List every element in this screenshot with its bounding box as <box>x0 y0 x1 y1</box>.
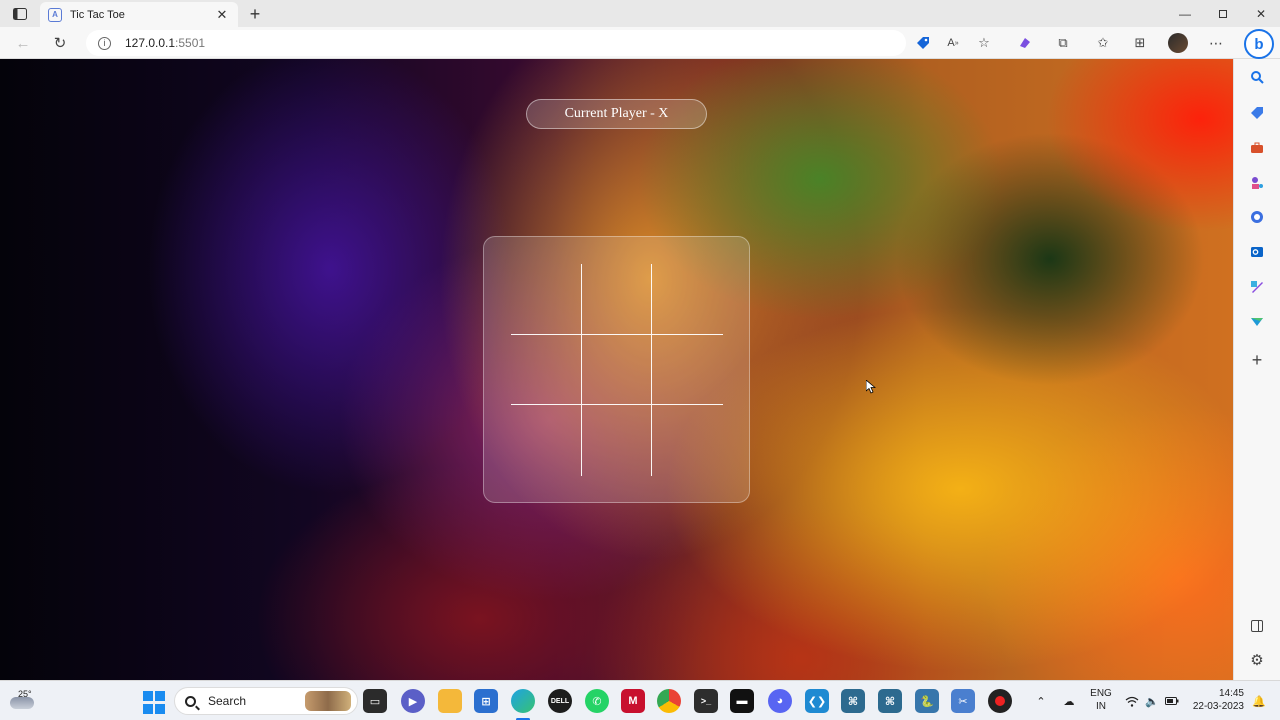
url-port: :5501 <box>175 36 206 50</box>
sidebar-shopping-icon[interactable] <box>1247 103 1267 123</box>
windows-taskbar: 25° Search ▭ ▶ ⊞ DELL ✆ M >_ ▬ ◕ ❮❯ ⌘ ⌘ … <box>0 680 1280 720</box>
board-cell-7[interactable] <box>511 405 582 476</box>
sidebar-hide-icon[interactable] <box>1247 616 1267 636</box>
volume-icon[interactable]: 🔈 <box>1141 689 1163 713</box>
vscode-icon[interactable]: ❮❯ <box>805 689 829 713</box>
clock-time: 14:45 <box>1218 688 1244 699</box>
game-board-card <box>483 236 750 503</box>
browser-titlebar: A Tic Tac Toe ✕ + — ✕ <box>0 0 1280 27</box>
new-tab-icon[interactable]: + <box>244 3 266 25</box>
url-host: 127.0.0.1 <box>125 36 176 50</box>
task-view-icon[interactable]: ▭ <box>363 689 387 713</box>
snipping-tool-icon[interactable]: ✂ <box>951 689 975 713</box>
edge-browser-icon[interactable] <box>511 689 535 713</box>
sidebar-designer-icon[interactable] <box>1247 277 1267 297</box>
page-viewport: Current Player - X <box>0 59 1233 680</box>
copilot-icon[interactable] <box>1015 33 1035 53</box>
game-board <box>511 264 723 476</box>
mcafee-icon[interactable]: M <box>621 689 645 713</box>
browser-tab[interactable]: A Tic Tac Toe ✕ <box>40 2 238 27</box>
more-menu-icon[interactable]: ⋯ <box>1206 33 1226 53</box>
onedrive-cloud-icon[interactable]: ☁ <box>1058 689 1080 713</box>
discord-icon[interactable]: ◕ <box>768 689 792 713</box>
sidebar-add-icon[interactable]: + <box>1247 350 1267 370</box>
tab-title: Tic Tac Toe <box>70 8 125 21</box>
weather-cloud-icon <box>10 697 34 709</box>
board-cell-1[interactable] <box>511 264 582 335</box>
bing-chat-icon[interactable]: b <box>1244 29 1274 59</box>
language-code: ENG <box>1090 688 1112 699</box>
black-app-icon[interactable]: ▬ <box>730 689 754 713</box>
language-region: IN <box>1096 701 1106 712</box>
show-hidden-icons-icon[interactable]: ⌃ <box>1030 689 1052 713</box>
collections-icon[interactable]: ⊞ <box>1130 33 1150 53</box>
battery-icon[interactable] <box>1161 689 1183 713</box>
address-bar[interactable]: i 127.0.0.1:5501 <box>86 30 906 56</box>
teams-chat-icon[interactable]: ▶ <box>401 689 425 713</box>
board-cell-8[interactable] <box>582 405 653 476</box>
board-cell-5[interactable] <box>581 334 653 406</box>
microsoft-store-icon[interactable]: ⊞ <box>474 689 498 713</box>
refresh-icon[interactable]: ↻ <box>47 31 73 55</box>
edge-sidebar: + ⚙ <box>1233 59 1280 680</box>
notification-bell-icon[interactable]: 🔔 <box>1248 689 1270 713</box>
mouse-cursor-icon <box>866 380 876 394</box>
site-info-icon[interactable]: i <box>98 36 111 50</box>
board-cell-9[interactable] <box>652 405 723 476</box>
weather-widget[interactable]: 25° <box>8 685 44 717</box>
add-favorite-icon[interactable]: ☆ <box>974 33 994 53</box>
sidebar-games-icon[interactable] <box>1247 173 1267 193</box>
current-player-status: Current Player - X <box>526 99 707 129</box>
extensions-icon[interactable]: ⧉ <box>1053 33 1073 53</box>
whatsapp-icon[interactable]: ✆ <box>585 689 609 713</box>
browser-toolbar: ← ↻ i 127.0.0.1:5501 A» ☆ ⧉ ✩ ⊞ ⋯ <box>0 27 1280 59</box>
address-url: 127.0.0.1:5501 <box>125 36 205 50</box>
window-controls: — ✕ <box>1166 0 1280 27</box>
start-windows-icon[interactable] <box>142 690 166 714</box>
minimize-icon[interactable]: — <box>1166 0 1204 27</box>
dell-icon[interactable]: DELL <box>548 689 572 713</box>
sidebar-microsoft365-icon[interactable] <box>1247 207 1267 227</box>
favorites-icon[interactable]: ✩ <box>1093 33 1113 53</box>
sidebar-search-icon[interactable] <box>1247 67 1267 87</box>
screen-recorder-icon[interactable] <box>988 689 1012 713</box>
code-app-2-icon[interactable]: ⌘ <box>878 689 902 713</box>
terminal-icon[interactable]: >_ <box>694 689 718 713</box>
sidebar-outlook-icon[interactable] <box>1247 242 1267 262</box>
system-clock[interactable]: 14:45 22-03-2023 <box>1188 687 1244 713</box>
maximize-icon[interactable] <box>1204 0 1242 27</box>
board-cell-6[interactable] <box>652 335 723 406</box>
code-app-icon[interactable]: ⌘ <box>841 689 865 713</box>
python-icon[interactable]: 🐍 <box>915 689 939 713</box>
file-explorer-icon[interactable] <box>438 689 462 713</box>
sidebar-drop-icon[interactable] <box>1247 312 1267 332</box>
read-aloud-icon[interactable]: A» <box>943 33 963 53</box>
board-cell-3[interactable] <box>652 264 723 335</box>
board-cell-2[interactable] <box>581 264 653 335</box>
wifi-icon[interactable] <box>1121 689 1143 713</box>
shopping-tag-icon[interactable] <box>913 33 933 53</box>
tab-actions-icon[interactable] <box>8 3 32 25</box>
sidebar-settings-icon[interactable]: ⚙ <box>1247 650 1267 670</box>
taskbar-search[interactable]: Search <box>174 687 358 715</box>
tab-close-icon[interactable]: ✕ <box>214 7 230 23</box>
chrome-icon[interactable] <box>657 689 681 713</box>
input-language[interactable]: ENG IN <box>1088 687 1114 713</box>
tab-favicon-icon: A <box>48 7 62 22</box>
search-highlight-image <box>305 691 351 711</box>
profile-avatar[interactable] <box>1168 33 1188 53</box>
close-window-icon[interactable]: ✕ <box>1242 0 1280 27</box>
search-icon <box>185 695 196 707</box>
board-cell-4[interactable] <box>511 334 582 406</box>
back-arrow-icon[interactable]: ← <box>10 31 36 55</box>
clock-date: 22-03-2023 <box>1192 701 1244 712</box>
taskbar-search-label: Search <box>208 694 247 708</box>
sidebar-tools-icon[interactable] <box>1247 138 1267 158</box>
